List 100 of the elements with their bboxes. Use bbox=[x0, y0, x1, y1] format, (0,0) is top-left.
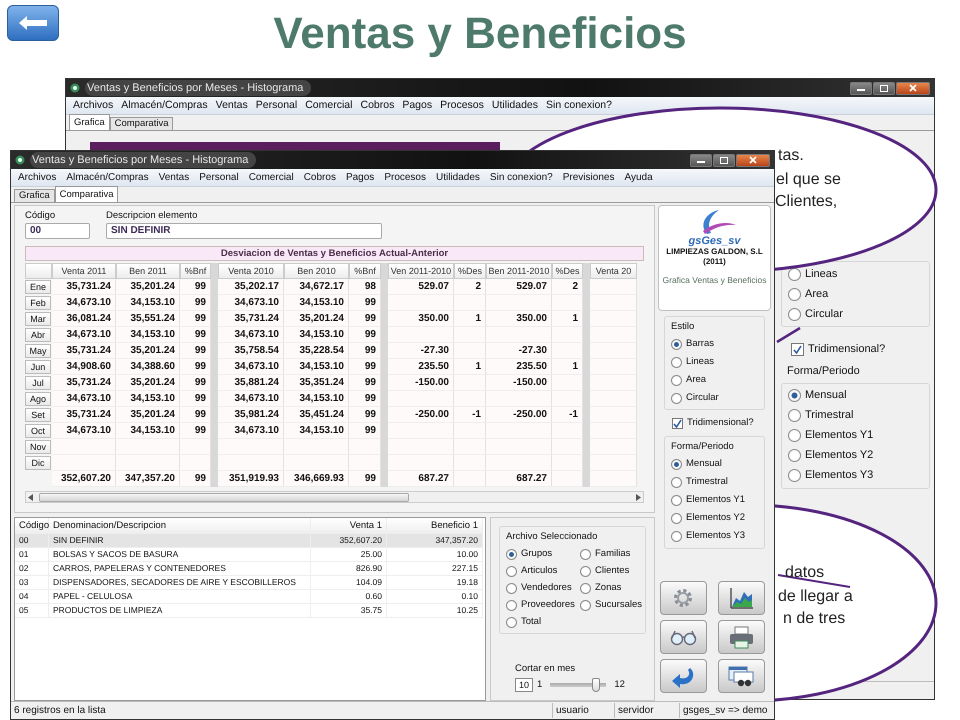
callout-text: n de tres bbox=[783, 609, 846, 628]
radio-button[interactable] bbox=[788, 469, 801, 482]
radio-button[interactable] bbox=[671, 356, 682, 368]
window-title: Ventas y Beneficios por Meses - Histograma bbox=[30, 152, 256, 168]
menu-item[interactable]: Archivos bbox=[18, 170, 56, 185]
table-cell: -150.00 bbox=[486, 375, 552, 392]
minimize-button[interactable] bbox=[690, 154, 712, 166]
menu-item[interactable]: Personal bbox=[256, 98, 298, 114]
menu-item[interactable]: Utilidades bbox=[436, 170, 480, 185]
table-cell: 350.00 bbox=[388, 311, 454, 328]
radio-button[interactable] bbox=[788, 429, 801, 442]
maximize-button[interactable] bbox=[873, 82, 895, 94]
menu-item[interactable]: Ventas bbox=[158, 170, 190, 185]
month-field[interactable]: 10 bbox=[515, 678, 534, 692]
radio-button[interactable] bbox=[671, 531, 682, 542]
horizontal-scrollbar[interactable] bbox=[25, 491, 644, 504]
tab[interactable]: Comparativa bbox=[110, 117, 174, 130]
back-button[interactable] bbox=[7, 5, 59, 41]
radio-button[interactable] bbox=[506, 600, 517, 610]
radio-label: Elementos Y3 bbox=[805, 468, 874, 484]
description-field[interactable]: SIN DEFINIR bbox=[106, 223, 382, 240]
table-cell: 01 bbox=[15, 548, 49, 562]
table-cell: 99 bbox=[180, 471, 211, 488]
maximize-button[interactable] bbox=[713, 154, 735, 166]
table-cell: 99 bbox=[180, 343, 211, 360]
radio-button[interactable] bbox=[671, 374, 682, 386]
radio-button[interactable] bbox=[506, 548, 517, 560]
radio-button[interactable] bbox=[506, 566, 517, 576]
field-label: Código bbox=[25, 209, 56, 223]
close-button[interactable] bbox=[896, 82, 930, 94]
table-cell: 34,153.10 bbox=[284, 295, 349, 312]
radio-button[interactable] bbox=[788, 268, 801, 280]
menu-item[interactable]: Sin conexion? bbox=[546, 98, 612, 114]
checkbox[interactable] bbox=[791, 342, 804, 356]
menu-item[interactable]: Ventas bbox=[216, 98, 248, 114]
radio-button[interactable] bbox=[671, 495, 682, 506]
menu-item[interactable]: Cobros bbox=[304, 170, 336, 185]
tab[interactable]: Grafica bbox=[69, 114, 110, 130]
table-cell: 99 bbox=[180, 407, 211, 424]
menu-item[interactable]: Cobros bbox=[360, 98, 394, 114]
radio-button[interactable] bbox=[671, 477, 682, 488]
menu-item[interactable]: Sin conexion? bbox=[490, 170, 553, 185]
radio-label: Vendedores bbox=[521, 580, 572, 595]
tab[interactable]: Grafica bbox=[14, 189, 55, 202]
menu-item[interactable]: Ayuda bbox=[624, 170, 653, 185]
radio-button[interactable] bbox=[580, 582, 591, 594]
table-cell: 0.60 bbox=[311, 590, 387, 604]
radio-button[interactable] bbox=[788, 308, 801, 320]
menu-item[interactable]: Archivos bbox=[73, 98, 114, 114]
table-cell: 235.50 bbox=[486, 359, 552, 376]
radio-label: Grupos bbox=[521, 546, 552, 561]
radio-button[interactable] bbox=[788, 449, 801, 462]
radio-button[interactable] bbox=[580, 566, 591, 576]
radio-button[interactable] bbox=[671, 459, 682, 470]
menu-item[interactable]: Procesos bbox=[384, 170, 426, 185]
menu-item[interactable]: Procesos bbox=[440, 98, 484, 114]
code-field[interactable]: 00 bbox=[25, 223, 90, 240]
menu-item[interactable]: Comercial bbox=[305, 98, 352, 114]
radio-button[interactable] bbox=[671, 392, 682, 404]
group-label: Archivo Seleccionado bbox=[506, 530, 598, 544]
toolbar-button[interactable] bbox=[718, 581, 765, 615]
radio-button[interactable] bbox=[671, 338, 682, 350]
checkbox[interactable] bbox=[672, 418, 683, 429]
menu-item[interactable]: Pagos bbox=[402, 98, 432, 114]
table-cell: 35,201.24 bbox=[116, 407, 180, 424]
table-cell: -27.30 bbox=[388, 343, 454, 360]
table-cell: CARROS, PAPELERAS Y CONTENEDORES bbox=[49, 562, 311, 576]
table-cell: 35,731.24 bbox=[52, 407, 116, 424]
slider-thumb[interactable] bbox=[592, 678, 600, 692]
radio-button[interactable] bbox=[788, 288, 801, 300]
radio-button[interactable] bbox=[671, 513, 682, 524]
radio-button[interactable] bbox=[506, 616, 517, 628]
close-button[interactable] bbox=[736, 154, 770, 166]
radio-label: Elementos Y1 bbox=[805, 428, 874, 444]
menu-item[interactable]: Personal bbox=[199, 170, 239, 185]
table-cell: 35,731.24 bbox=[218, 311, 284, 328]
row-header: Oct bbox=[25, 424, 51, 438]
radio-button[interactable] bbox=[788, 389, 801, 402]
radio-button[interactable] bbox=[580, 600, 591, 610]
radio-button[interactable] bbox=[788, 409, 801, 422]
minimize-button[interactable] bbox=[850, 82, 872, 94]
slider-min: 1 bbox=[537, 678, 542, 692]
tab[interactable]: Comparativa bbox=[54, 186, 118, 202]
menu-item[interactable]: Almacén/Compras bbox=[121, 98, 208, 114]
toolbar-button[interactable] bbox=[718, 659, 765, 693]
radio-button[interactable] bbox=[580, 548, 591, 560]
binoculars-icon bbox=[728, 664, 755, 688]
toolbar-button[interactable] bbox=[660, 620, 707, 654]
menu-item[interactable]: Comercial bbox=[248, 170, 294, 185]
menu-item[interactable]: Pagos bbox=[346, 170, 374, 185]
menu-item[interactable]: Almacén/Compras bbox=[66, 170, 149, 185]
group-label: Estilo bbox=[671, 320, 696, 334]
close-icon bbox=[909, 84, 917, 92]
scrollbar-thumb[interactable] bbox=[39, 492, 409, 502]
radio-button[interactable] bbox=[506, 582, 517, 594]
menu-item[interactable]: Previsiones bbox=[562, 170, 614, 185]
callout-text: el que se bbox=[776, 170, 841, 190]
radio-label: Area bbox=[805, 286, 828, 302]
radio-label: Elementos Y3 bbox=[686, 529, 745, 544]
menu-item[interactable]: Utilidades bbox=[492, 98, 538, 114]
